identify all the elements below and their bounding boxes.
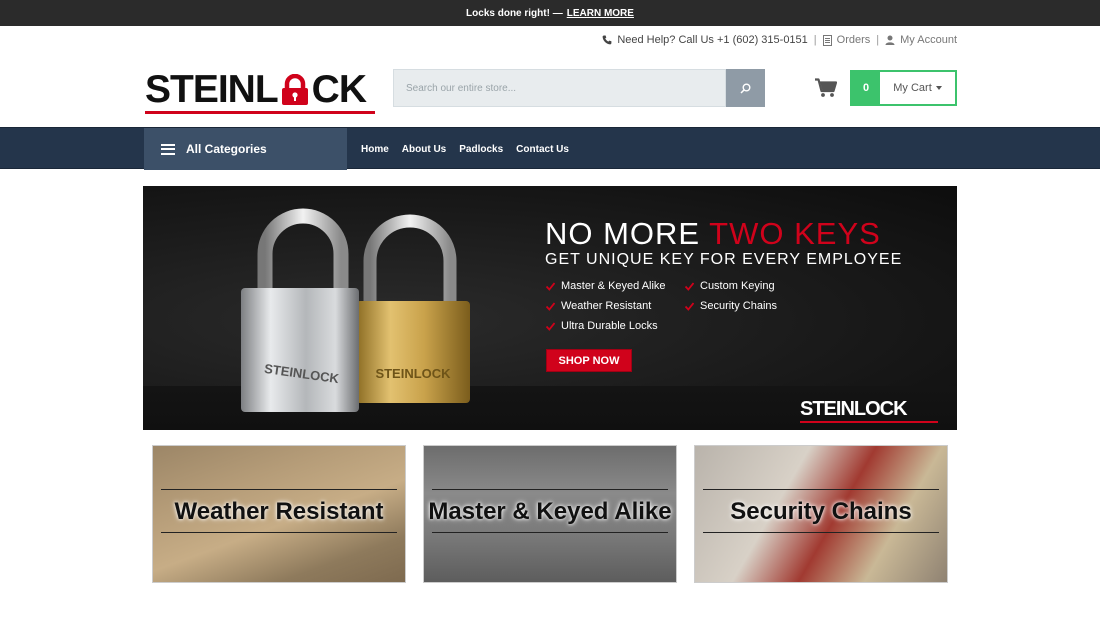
divider: |	[813, 34, 817, 46]
announcement-text: Locks done right! —	[466, 7, 563, 19]
learn-more-link[interactable]: LEARN MORE	[567, 8, 634, 19]
feature-item: Security Chains	[685, 299, 806, 313]
cart-button[interactable]: 0 My Cart	[850, 70, 957, 106]
divider	[432, 532, 668, 533]
search-button[interactable]	[726, 69, 765, 107]
all-categories-label: All Categories	[186, 142, 267, 156]
padlock-icon	[279, 74, 311, 105]
main-nav: All Categories Home About Us Padlocks Co…	[0, 127, 1100, 170]
padlocks-image: STEINLOCK STEINLOCK	[241, 208, 470, 412]
hero-headline: NO MORE TWO KEYS	[545, 216, 881, 252]
checkmark-icon	[546, 301, 555, 311]
feature-item: Weather Resistant	[546, 299, 685, 313]
logo-wordmark: STEINL CK	[145, 70, 377, 110]
headline-red: TWO KEYS	[709, 216, 881, 251]
tile-title: Weather Resistant	[174, 498, 384, 525]
nav-home[interactable]: Home	[361, 144, 389, 155]
divider	[703, 489, 939, 490]
hero-logo: STEINLOCK	[800, 398, 938, 423]
search-input[interactable]	[393, 69, 726, 107]
nav-about-us[interactable]: About Us	[402, 144, 446, 155]
hero-logo-text: STEINLOCK	[800, 398, 908, 420]
logo-text-left: STEINL	[145, 68, 279, 111]
help-text: Need Help? Call Us +1 (602) 315-0151	[617, 34, 808, 46]
help-line: Need Help? Call Us +1 (602) 315-0151	[602, 34, 808, 46]
hero-logo-underline	[800, 421, 938, 423]
hero-banner[interactable]: STEINLOCK STEINLOCK NO MORE TWO KEYS GET…	[143, 186, 957, 430]
site-logo[interactable]: STEINL CK	[145, 70, 377, 114]
user-icon	[885, 35, 895, 45]
document-icon	[822, 34, 832, 46]
announcement-bar: Locks done right! — LEARN MORE	[0, 0, 1100, 26]
nav-contact-us[interactable]: Contact Us	[516, 144, 569, 155]
logo-underline	[145, 111, 375, 114]
account-link[interactable]: My Account	[885, 34, 957, 46]
category-tile-weather-resistant[interactable]: Weather Resistant	[152, 445, 406, 583]
checkmark-icon	[546, 281, 555, 291]
divider	[161, 532, 397, 533]
menu-icon	[161, 143, 175, 155]
checkmark-icon	[685, 301, 694, 311]
nav-links: Home About Us Padlocks Contact Us	[361, 128, 569, 170]
utility-links: Need Help? Call Us +1 (602) 315-0151 | O…	[602, 34, 957, 46]
feature-text: Security Chains	[700, 300, 778, 312]
feature-list: Master & Keyed Alike Custom Keying Weath…	[546, 279, 806, 333]
feature-item: Custom Keying	[685, 279, 806, 293]
checkmark-icon	[685, 281, 694, 291]
hero-subheadline: GET UNIQUE KEY FOR EVERY EMPLOYEE	[545, 251, 903, 268]
tile-title: Master & Keyed Alike	[428, 498, 672, 525]
feature-text: Master & Keyed Alike	[561, 280, 666, 292]
account-label: My Account	[900, 34, 957, 46]
divider	[161, 489, 397, 490]
orders-label: Orders	[836, 34, 871, 46]
feature-text: Ultra Durable Locks	[561, 320, 658, 332]
category-tile-security-chains[interactable]: Security Chains	[694, 445, 948, 583]
shop-now-button[interactable]: SHOP NOW	[546, 349, 632, 372]
cart-label: My Cart	[893, 82, 932, 94]
cart-label-wrap: My Cart	[880, 72, 955, 104]
cart-count: 0	[852, 72, 880, 104]
feature-text: Custom Keying	[700, 280, 775, 292]
divider	[432, 489, 668, 490]
checkmark-icon	[546, 321, 555, 331]
search-icon	[740, 83, 751, 94]
search-bar	[393, 69, 765, 107]
divider: |	[876, 34, 880, 46]
caret-down-icon	[935, 86, 942, 90]
tile-title: Security Chains	[730, 498, 912, 525]
cart-icon[interactable]	[815, 78, 837, 98]
headline-white: NO MORE	[545, 216, 710, 251]
feature-text: Weather Resistant	[561, 300, 652, 312]
feature-item: Ultra Durable Locks	[546, 319, 685, 333]
divider	[703, 532, 939, 533]
feature-item: Master & Keyed Alike	[546, 279, 685, 293]
all-categories-button[interactable]: All Categories	[144, 128, 347, 170]
phone-icon	[602, 35, 612, 45]
nav-padlocks[interactable]: Padlocks	[459, 144, 503, 155]
category-tile-master-keyed-alike[interactable]: Master & Keyed Alike	[423, 445, 677, 583]
logo-text-right: CK	[311, 68, 367, 111]
gold-lock-brand: STEINLOCK	[375, 366, 451, 381]
orders-link[interactable]: Orders	[822, 34, 871, 46]
